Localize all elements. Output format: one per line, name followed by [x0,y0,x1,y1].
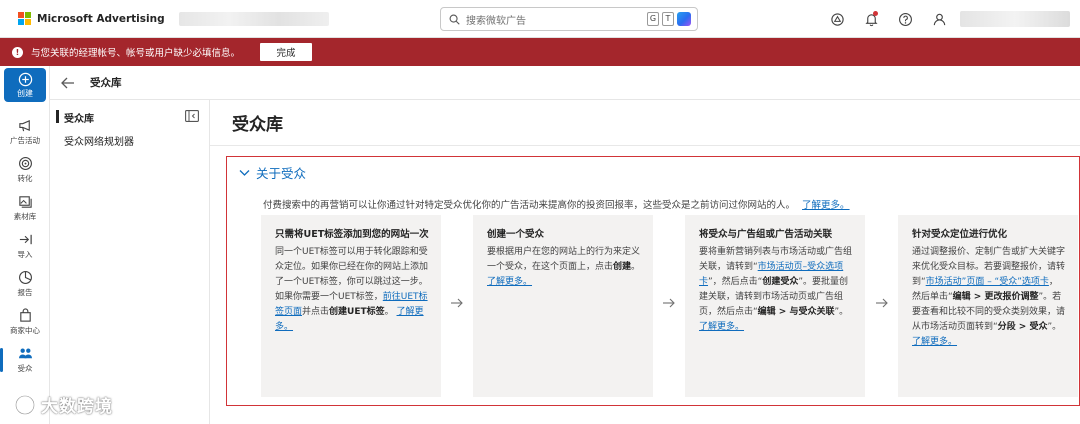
learn-more-link[interactable]: 了解更多。 [912,337,957,347]
step-card-title: 只需将UET标签添加到您的网站一次 [275,229,429,240]
step-card-create-audience: 创建一个受众 要根据用户在您的网站上的行为来定义一个受众，在这个页面上，点击创建… [473,215,653,397]
step-card-add-uet-tag: 只需将UET标签添加到您的网站一次 同一个UET标签可以用于转化跟踪和受众定位。… [261,215,441,397]
import-icon [19,234,32,245]
step-card-body: 要根据用户在您的网站上的行为来定义一个受众，在这个页面上，点击创建。 了解更多。 [487,247,641,287]
megaphone-icon [18,119,30,132]
image-library-icon [18,196,32,208]
top-bar: Microsoft Advertising 搜索微软广告 G T [0,0,1080,38]
main-content: 受众库 关于受众 付费搜索中的再营销可以让你通过针对特定受众优化你的广告活动来提… [210,100,1080,424]
search-input[interactable]: 搜索微软广告 [466,12,526,27]
account-selector[interactable] [178,11,329,26]
watermark-text: 大数跨境 [41,397,113,417]
step-card-title: 针对受众定位进行优化 [912,229,1008,240]
help-icon[interactable] [896,10,914,28]
about-audiences-title: 关于受众 [256,166,307,181]
alert-message: 与您关联的经理帐号、帐号或用户缺少必填信息。 [31,48,241,59]
step-card-body: 要将重新营销列表与市场活动或广告组关联，请转到“市场活动页–受众选项卡”，然后点… [699,247,853,332]
user-account-name[interactable] [960,11,1070,27]
step-card-title: 创建一个受众 [487,229,545,240]
step-card-body: 通过调整报价、定制广告或扩大关键字来优化受众目标。若要调整报价，请转到“市场活动… [912,247,1066,347]
back-arrow-icon[interactable] [60,75,76,91]
nav-item-reports[interactable]: 报告 [0,266,50,302]
nav-item-label: 素材库 [13,212,37,221]
alert-icon: ! [12,46,23,58]
plus-circle-icon [18,72,32,86]
copilot-icon[interactable] [677,12,691,26]
nav-item-campaigns[interactable]: 广告活动 [0,114,50,150]
collapse-panel-icon[interactable] [185,110,199,122]
nav-item-label: 报告 [17,288,33,297]
breadcrumb-bar: 受众库 [50,66,1080,100]
nav-item-label: 转化 [17,174,33,183]
page-title: 受众库 [232,115,283,135]
nav-item-label: 导入 [17,250,33,259]
people-icon [18,348,32,359]
alert-banner: ! 与您关联的经理帐号、帐号或用户缺少必填信息。 完成 [0,38,1080,66]
nav-item-import[interactable]: 导入 [0,228,50,264]
chevron-down-icon [239,169,250,176]
user-icon[interactable] [930,10,948,28]
breadcrumb-title: 受众库 [90,77,122,89]
learn-more-link[interactable]: 了解更多。 [487,277,532,287]
learn-more-link[interactable]: 了解更多。 [699,322,744,332]
target-icon [18,157,32,170]
microsoft-logo-icon [18,12,31,25]
step-card-optimize-targeting: 针对受众定位进行优化 通过调整报价、定制广告或扩大关键字来优化受众目标。若要调整… [898,215,1078,397]
step-card-associate-audience: 将受众与广告组或广告活动关联 要将重新营销列表与市场活动或广告组关联，请转到“市… [685,215,865,397]
watermark-logo-icon [15,394,35,415]
nav-item-audiences[interactable]: 受众 [0,342,50,378]
shopping-bag-icon [19,308,31,322]
labs-icon[interactable] [828,10,846,28]
about-audiences-description: 付费搜索中的再营销可以让你通过针对特定受众优化你的广告活动来提高你的投资回报率，… [263,200,850,211]
search-icon [449,14,460,25]
left-navigation: 创建 广告活动 转化 素材库 导入 报告 商家中心 受众 [0,66,50,424]
about-audiences-section: 关于受众 付费搜索中的再营销可以让你通过针对特定受众优化你的广告活动来提高你的投… [226,156,1080,406]
title-divider [210,145,1080,146]
chart-icon [18,271,32,284]
arrow-right-icon [451,298,463,308]
subnav-item-audience-network-planner[interactable]: 受众网络规划器 [64,133,134,148]
subnav-item-audience-library[interactable]: 受众库 [56,110,94,125]
learn-more-link[interactable]: 了解更多。 [802,200,850,211]
brand-name[interactable]: Microsoft Advertising [37,13,165,25]
step-card-title: 将受众与广告组或广告活动关联 [699,229,833,240]
arrow-right-icon [876,298,888,308]
nav-item-asset-library[interactable]: 素材库 [0,190,50,226]
search-shortcut-g: G [647,12,659,26]
nav-item-conversions[interactable]: 转化 [0,152,50,188]
notification-bell-icon[interactable] [862,10,880,28]
nav-item-label: 广告活动 [10,136,40,145]
watermark: 大数跨境 [14,392,113,417]
search-box[interactable]: 搜索微软广告 G T [440,7,698,31]
about-audiences-toggle[interactable]: 关于受众 [239,163,306,182]
alert-complete-button[interactable]: 完成 [260,43,313,61]
nav-item-merchant-center[interactable]: 商家中心 [0,304,50,340]
create-button[interactable]: 创建 [4,68,46,102]
notification-badge [873,11,878,16]
arrow-right-icon [663,298,675,308]
step-card-body: 同一个UET标签可以用于转化跟踪和受众定位。如果你已经在你的网站上添加了一个UE… [275,247,429,332]
nav-item-label: 商家中心 [10,326,40,335]
nav-item-label: 受众 [17,364,33,373]
secondary-navigation: 受众库 受众网络规划器 [50,100,210,424]
create-button-label: 创建 [17,88,33,98]
campaign-audience-tab-link[interactable]: 市场活动”页面 – “受众”选项卡 [926,277,1049,287]
search-shortcut-t: T [662,12,674,26]
